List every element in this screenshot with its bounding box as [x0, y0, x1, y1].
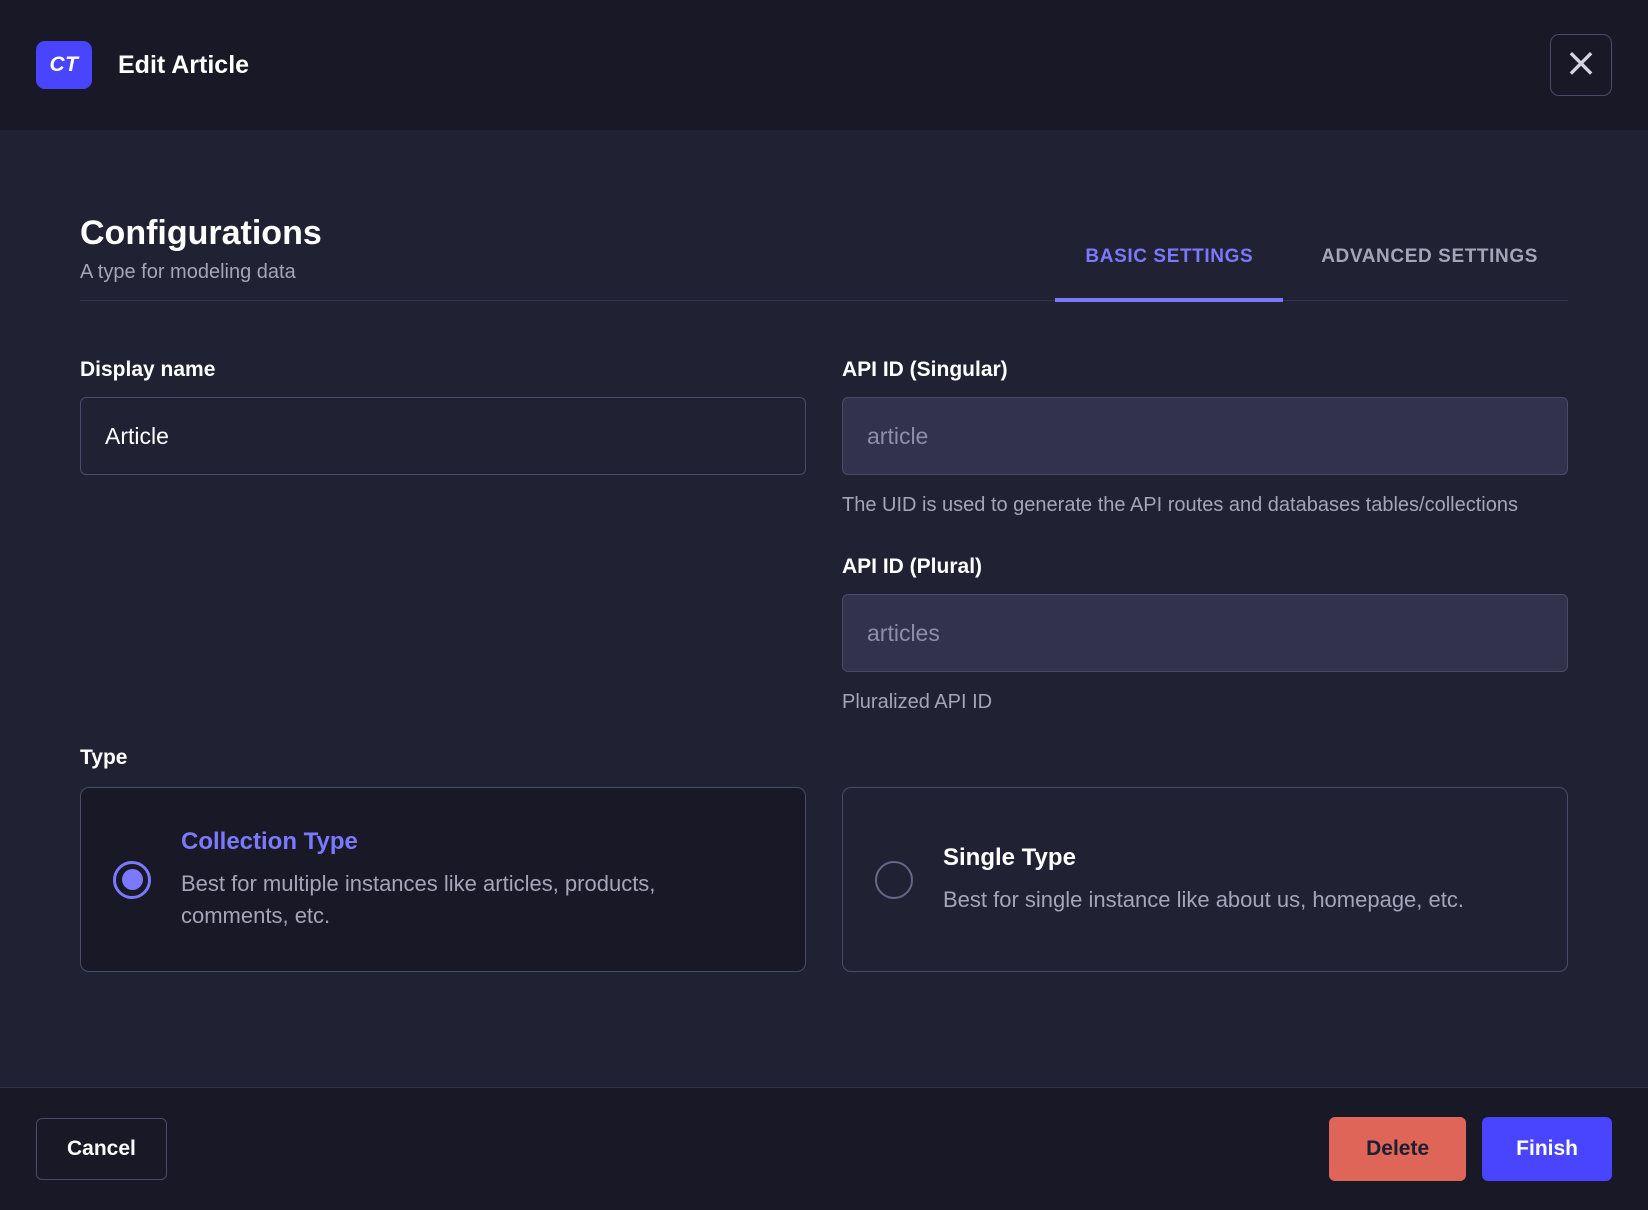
- radio-single-type-icon[interactable]: [875, 860, 913, 899]
- collection-type-title: Collection Type: [181, 827, 358, 855]
- finish-button[interactable]: Finish: [1482, 1117, 1612, 1181]
- option-collection-type[interactable]: Collection Type Best for multiple instan…: [80, 787, 806, 972]
- single-type-title: Single Type: [943, 843, 1076, 871]
- form-left-column: Display name: [80, 357, 806, 717]
- radio-dot: [121, 869, 143, 890]
- api-id-singular-hint: The UID is used to generate the API rout…: [842, 494, 1518, 516]
- radio-dot: [884, 869, 905, 890]
- cancel-button[interactable]: Cancel: [36, 1118, 167, 1180]
- modal-footer: Cancel Delete Finish: [0, 1087, 1648, 1210]
- modal-header: CT Edit Article ×: [0, 0, 1648, 130]
- modal-body: Configurations A type for modeling data …: [0, 130, 1648, 1087]
- page-subtitle: A type for modeling data: [80, 261, 296, 283]
- close-icon: ×: [1564, 40, 1598, 86]
- single-type-description: Best for single instance like about us, …: [943, 886, 1464, 912]
- display-name-label: Display name: [80, 358, 216, 381]
- api-id-singular-label: API ID (Singular): [842, 358, 1008, 381]
- api-id-plural-label: API ID (Plural): [842, 555, 983, 578]
- settings-tabs: BASIC SETTINGS ADVANCED SETTINGS: [1055, 246, 1568, 302]
- api-id-singular-input: [842, 397, 1568, 475]
- page-title: Configurations: [80, 214, 322, 252]
- modal-title: Edit Article: [118, 50, 250, 79]
- edit-content-type-modal: CT Edit Article × Configurations A type …: [0, 0, 1648, 1210]
- api-id-plural-input: [842, 594, 1568, 672]
- form-right-column: API ID (Singular) The UID is used to gen…: [842, 357, 1568, 717]
- single-type-text: Single Type Best for single instance lik…: [943, 844, 1464, 916]
- radio-collection-type-icon[interactable]: [113, 860, 151, 899]
- collection-type-description: Best for multiple instances like article…: [181, 870, 656, 928]
- delete-button[interactable]: Delete: [1329, 1117, 1467, 1181]
- settings-form: Display name API ID (Singular) The UID i…: [80, 357, 1568, 717]
- type-section: Type Collection Type Best for multiple i…: [80, 745, 1568, 972]
- option-single-type[interactable]: Single Type Best for single instance lik…: [842, 787, 1568, 972]
- tab-advanced-settings[interactable]: ADVANCED SETTINGS: [1291, 246, 1568, 302]
- api-id-plural-field: API ID (Plural) Pluralized API ID: [842, 554, 1568, 717]
- tab-basic-settings[interactable]: BASIC SETTINGS: [1055, 246, 1284, 302]
- display-name-input[interactable]: [80, 397, 806, 475]
- close-button[interactable]: ×: [1550, 34, 1612, 96]
- display-name-field: Display name: [80, 357, 806, 475]
- configurations-header: Configurations A type for modeling data …: [80, 214, 1568, 302]
- collection-type-text: Collection Type Best for multiple instan…: [181, 828, 741, 932]
- type-label: Type: [80, 746, 128, 769]
- content-type-badge-icon: CT: [36, 41, 92, 89]
- type-options: Collection Type Best for multiple instan…: [80, 787, 1568, 972]
- configurations-titles: Configurations A type for modeling data: [80, 214, 322, 300]
- api-id-plural-hint: Pluralized API ID: [842, 691, 993, 713]
- api-id-singular-field: API ID (Singular) The UID is used to gen…: [842, 357, 1568, 520]
